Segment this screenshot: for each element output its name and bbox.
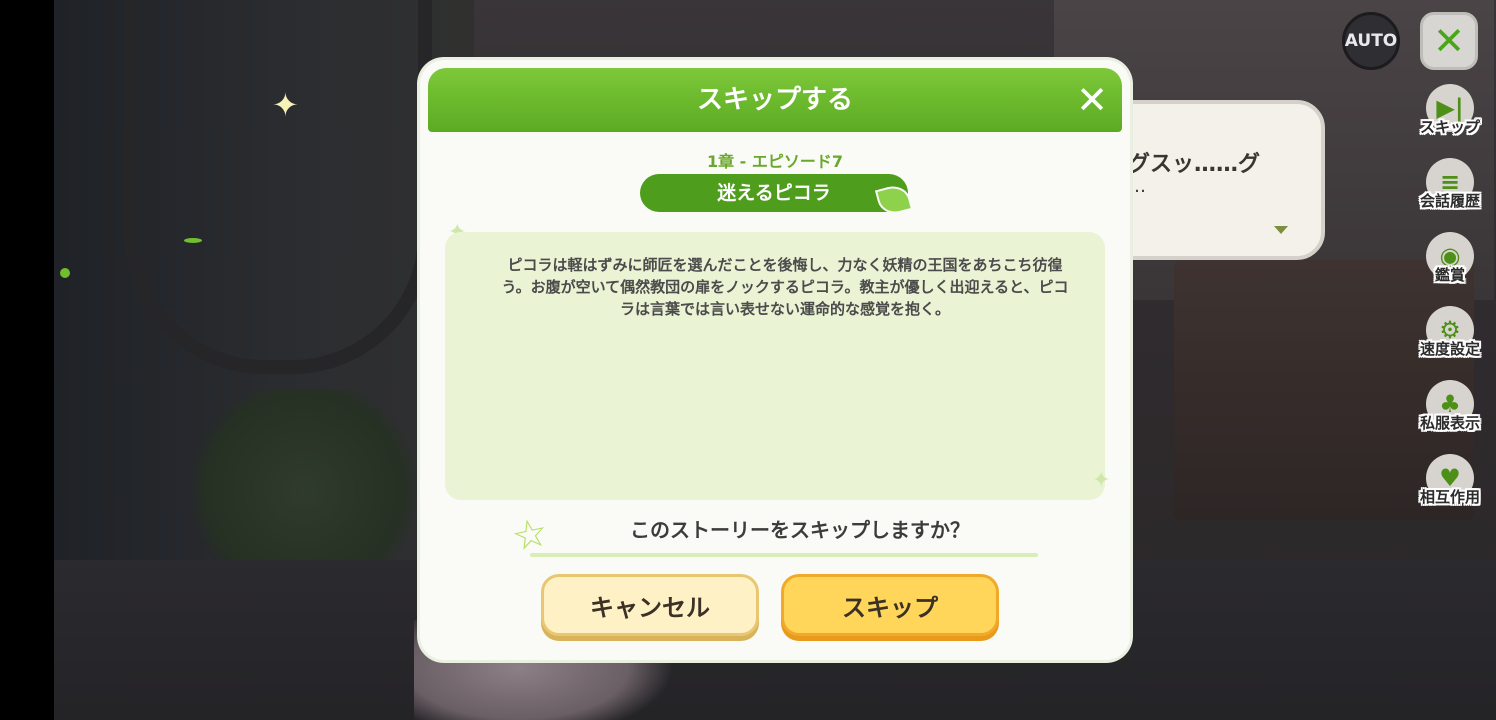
side-menu-label: スキップ (1419, 118, 1480, 136)
auto-play-label: AUTO (1344, 31, 1398, 51)
speech-text: グスッ……グ (1128, 152, 1261, 177)
dialog-header: スキップする ✕ (428, 68, 1122, 132)
firefly-dot (60, 268, 70, 278)
story-side-menu: ▶| スキップ ≡ 会話履歴 ◉ 鑑賞 ⚙ 速度設定 ♣ 私服表示 ♥ 相互作用 (1406, 84, 1494, 528)
episode-label: 1章 - エピソード7 (706, 152, 844, 171)
chapter-title: 迷えるピコラ (717, 182, 831, 204)
left-letterbox (0, 0, 54, 720)
skip-button[interactable]: スキップ (781, 574, 999, 636)
side-menu-label: 鑑賞 (1434, 266, 1465, 284)
side-menu-outfit[interactable]: ♣ 私服表示 (1406, 380, 1494, 454)
side-menu-label: 速度設定 (1419, 340, 1480, 358)
firefly-dot (184, 238, 202, 243)
chapter-title-badge: 迷えるピコラ (640, 174, 908, 212)
speech-next-arrow-icon (1274, 226, 1288, 234)
side-menu-interaction[interactable]: ♥ 相互作用 (1406, 454, 1494, 528)
side-menu-speed-settings[interactable]: ⚙ 速度設定 (1406, 306, 1494, 380)
butterfly-sparkle-icon: ✦ (272, 86, 299, 124)
dialog-title: スキップする (696, 85, 853, 115)
skip-button-label: スキップ (842, 593, 938, 622)
side-menu-chat-history[interactable]: ≡ 会話履歴 (1406, 158, 1494, 232)
side-menu-label: 私服表示 (1419, 414, 1480, 432)
story-summary-box: ピコラは軽はずみに師匠を選んだことを後悔し、力なく妖精の王国をあちこち彷徨う。お… (445, 232, 1105, 500)
close-icon: ✕ (1433, 19, 1465, 63)
skip-story-dialog: スキップする ✕ 1章 - エピソード7 迷えるピコラ ✦ ピコラは軽はずみに師… (420, 60, 1130, 660)
side-menu-skip[interactable]: ▶| スキップ (1406, 84, 1494, 158)
auto-play-button[interactable]: AUTO (1342, 12, 1400, 70)
side-menu-gallery[interactable]: ◉ 鑑賞 (1406, 232, 1494, 306)
cancel-button[interactable]: キャンセル (541, 574, 759, 636)
dialog-close-button[interactable]: ✕ (1072, 80, 1112, 120)
star-decoration-icon: ✦ (1092, 468, 1111, 493)
question-underline (530, 553, 1038, 557)
background-arch (124, 0, 432, 374)
story-summary-text: ピコラは軽はずみに師匠を選んだことを後悔し、力なく妖精の王国をあちこち彷徨う。お… (501, 256, 1069, 318)
close-story-button[interactable]: ✕ (1420, 12, 1478, 70)
cancel-button-label: キャンセル (590, 593, 710, 622)
side-menu-label: 会話履歴 (1419, 192, 1480, 210)
speech-text-continued: … (1128, 176, 1146, 197)
skip-confirmation-question: このストーリーをスキップしますか？ (630, 518, 970, 542)
side-menu-label: 相互作用 (1419, 488, 1480, 506)
